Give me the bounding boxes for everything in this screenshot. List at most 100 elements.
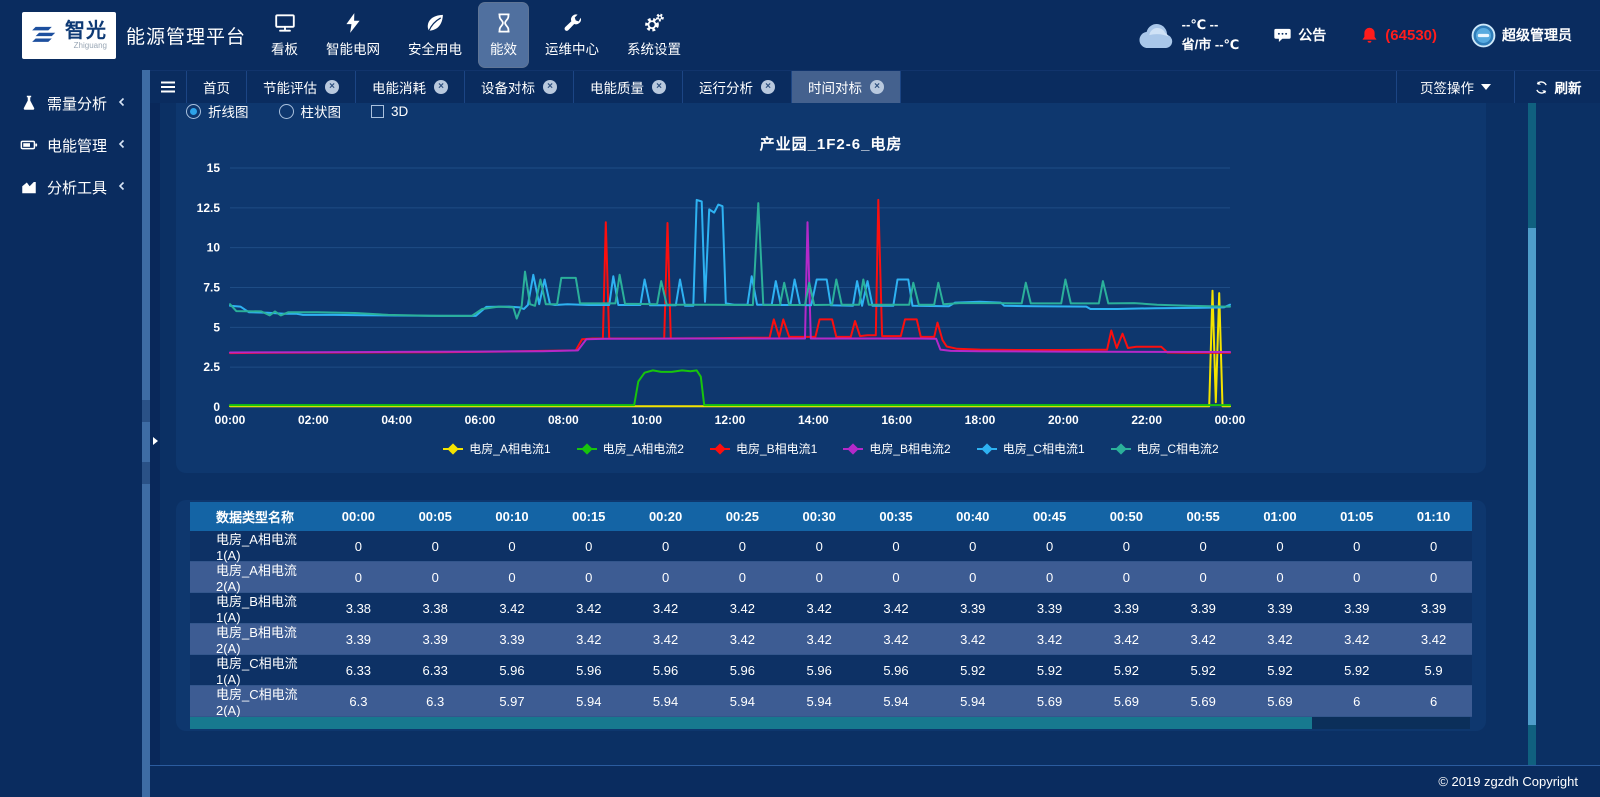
- nav-item-label: 看板: [271, 38, 298, 58]
- svg-text:10: 10: [207, 241, 221, 255]
- table-cell: 3.42: [1242, 632, 1319, 647]
- nav-item-bolt[interactable]: 智能电网: [315, 3, 391, 67]
- nav-item-hourglass[interactable]: 能效: [479, 3, 528, 67]
- legend-item-3[interactable]: 电房_B相电流2: [843, 440, 950, 457]
- tab-close-icon[interactable]: ×: [761, 80, 775, 94]
- chart-type-controls: 折线图 柱状图 3D: [186, 103, 1486, 124]
- sidebar-collapse-handle[interactable]: [150, 428, 160, 454]
- table-cell: 5.69: [1088, 694, 1165, 709]
- table-cell: 6.3: [320, 694, 397, 709]
- table-cell: 5.96: [550, 663, 627, 678]
- tab-4[interactable]: 电能质量×: [574, 71, 683, 103]
- table-cell: 0: [1395, 570, 1472, 585]
- table-cell: 5.9: [1395, 663, 1472, 678]
- legend-marker-icon: [577, 444, 597, 454]
- legend-item-1[interactable]: 电房_A相电流2: [577, 440, 684, 457]
- line-chart: 02.557.51012.51500:0002:0004:0006:0008:0…: [176, 155, 1486, 440]
- column-header: 01:00: [1242, 509, 1319, 524]
- tab-close-icon[interactable]: ×: [543, 80, 557, 94]
- legend-label: 电房_A相电流1: [469, 440, 550, 457]
- checkbox-3d[interactable]: 3D: [371, 104, 408, 119]
- radio-line-chart[interactable]: 折线图: [186, 103, 249, 121]
- nav-item-wrench[interactable]: 运维中心: [534, 3, 610, 67]
- table-cell: 5.92: [1318, 663, 1395, 678]
- svg-text:10:00: 10:00: [631, 413, 662, 427]
- wrench-icon: [561, 12, 583, 34]
- weather-city: 省/市 --℃: [1182, 35, 1240, 55]
- table-cell: 5.69: [1011, 694, 1088, 709]
- tab-1[interactable]: 节能评估 ×: [247, 71, 356, 103]
- content-vscroll-thumb[interactable]: [1528, 228, 1536, 725]
- footer: © 2019 zgzdh Copyright: [150, 765, 1600, 797]
- sidebar-scrollbar[interactable]: [142, 70, 150, 797]
- table-cell: 5.96: [858, 663, 935, 678]
- table-cell: 5.92: [1165, 663, 1242, 678]
- table-cell: 3.42: [550, 601, 627, 616]
- tab-2[interactable]: 电能消耗×: [356, 71, 465, 103]
- tab-operations-button[interactable]: 页签操作: [1396, 71, 1514, 103]
- svg-text:15: 15: [207, 161, 221, 175]
- tab-close-icon[interactable]: ×: [434, 80, 448, 94]
- svg-text:18:00: 18:00: [965, 413, 996, 427]
- legend-item-5[interactable]: 电房_C相电流2: [1111, 440, 1219, 457]
- table-cell: 0: [1088, 539, 1165, 554]
- legend-item-4[interactable]: 电房_C相电流1: [977, 440, 1085, 457]
- table-cell: 6.3: [397, 694, 474, 709]
- table-cell: 0: [550, 539, 627, 554]
- table-cell: 0: [397, 539, 474, 554]
- svg-text:06:00: 06:00: [465, 413, 496, 427]
- tab-operations-label: 页签操作: [1420, 77, 1474, 97]
- column-header: 00:45: [1011, 509, 1088, 524]
- radio-bar-chart[interactable]: 柱状图: [279, 103, 342, 121]
- legend-marker-icon: [843, 444, 863, 454]
- table-cell: 6: [1395, 694, 1472, 709]
- sidebar-item-flask[interactable]: 需量分析: [0, 82, 142, 124]
- svg-text:04:00: 04:00: [381, 413, 412, 427]
- svg-text:5: 5: [213, 320, 220, 334]
- tab-label: 节能评估: [263, 77, 317, 97]
- tab-0[interactable]: 首页: [187, 71, 247, 103]
- sidebar-item-battery[interactable]: 电能管理: [0, 124, 142, 166]
- table-hscroll-thumb[interactable]: [190, 717, 1312, 729]
- nav-item-leaf[interactable]: 安全用电: [397, 3, 473, 67]
- leaf-icon: [424, 12, 446, 34]
- refresh-button[interactable]: 刷新: [1514, 71, 1600, 103]
- svg-text:22:00: 22:00: [1131, 413, 1162, 427]
- tab-close-icon[interactable]: ×: [325, 80, 339, 94]
- row-name-cell: 电房_C相电流2(A): [190, 684, 320, 718]
- tab-close-icon[interactable]: ×: [870, 80, 884, 94]
- content: 折线图柱状图3D 产业园_1F2-6_电房 02.557.51012.51500…: [160, 103, 1600, 765]
- user-menu[interactable]: 超级管理员: [1471, 23, 1572, 48]
- weather-temp: --℃ --: [1182, 15, 1240, 35]
- menu-toggle-button[interactable]: [150, 71, 187, 103]
- nav-item-label: 系统设置: [627, 38, 681, 58]
- cloud-icon: [1136, 22, 1176, 49]
- table-cell: 3.39: [320, 632, 397, 647]
- table-cell: 3.39: [934, 601, 1011, 616]
- content-vertical-scrollbar[interactable]: [1528, 103, 1536, 765]
- table-cell: 0: [627, 570, 704, 585]
- tab-6[interactable]: 时间对标×: [792, 71, 901, 103]
- topbar-right: --℃ -- 省/市 --℃ 公告 (64530) 超级: [1136, 15, 1600, 55]
- nav-item-label: 安全用电: [408, 38, 462, 58]
- notice-button[interactable]: 公告: [1273, 25, 1326, 45]
- tab-3[interactable]: 设备对标×: [465, 71, 574, 103]
- table-cell: 6.33: [397, 663, 474, 678]
- table-cell: 3.42: [1011, 632, 1088, 647]
- tab-close-icon[interactable]: ×: [652, 80, 666, 94]
- tab-5[interactable]: 运行分析×: [683, 71, 792, 103]
- nav-item-monitor[interactable]: 看板: [260, 3, 309, 67]
- nav-item-gears[interactable]: 系统设置: [616, 3, 692, 67]
- battery-icon: [20, 136, 38, 154]
- caret-down-icon: [1481, 84, 1491, 90]
- legend-marker-icon: [977, 444, 997, 454]
- legend-item-0[interactable]: 电房_A相电流1: [443, 440, 550, 457]
- table-cell: 5.94: [550, 694, 627, 709]
- alarm-button[interactable]: (64530): [1360, 26, 1437, 45]
- app: 智光 Zhiguang 能源管理平台 看板智能电网安全用电能效运维中心系统设置 …: [0, 0, 1600, 797]
- table-cell: 0: [781, 539, 858, 554]
- table-horizontal-scrollbar[interactable]: [190, 717, 1470, 729]
- legend-item-2[interactable]: 电房_B相电流1: [710, 440, 817, 457]
- sidebar-item-areachart[interactable]: 分析工具: [0, 166, 142, 208]
- table-row: 电房_C相电流1(A)6.336.335.965.965.965.965.965…: [190, 655, 1472, 686]
